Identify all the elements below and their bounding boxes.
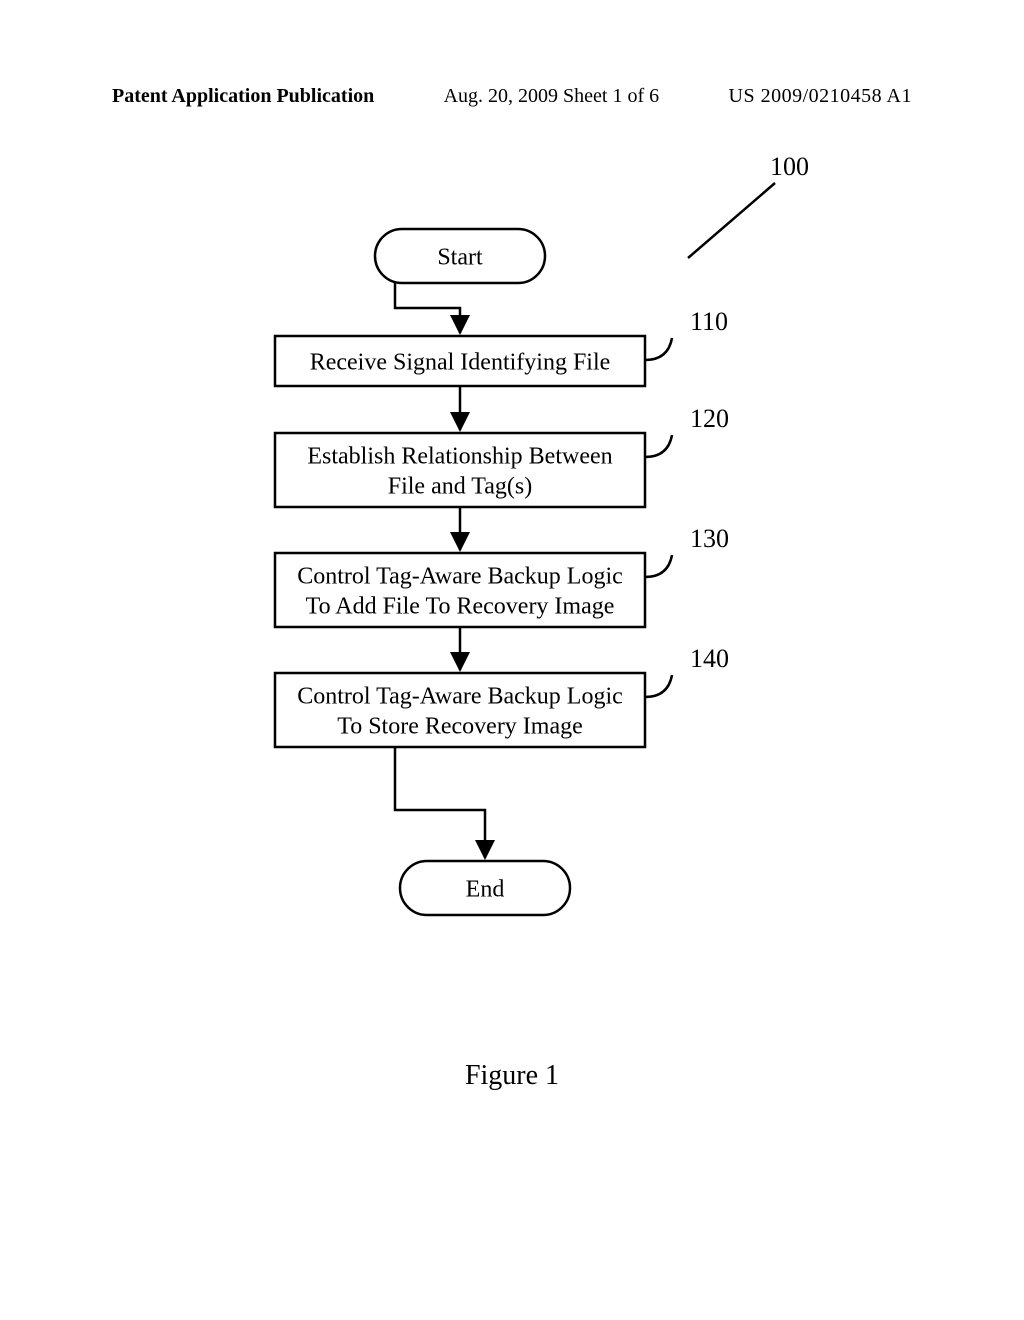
start-label: Start (437, 245, 483, 271)
ref-140: 140 (690, 644, 729, 673)
step3-label-line1: Control Tag-Aware Backup Logic (297, 564, 623, 590)
step4-node: Control Tag-Aware Backup Logic To Store … (275, 673, 645, 747)
connector-start-step1 (395, 283, 460, 333)
step2-label-line2: File and Tag(s) (388, 474, 533, 500)
start-node: Start (375, 229, 545, 283)
end-node: End (400, 861, 570, 915)
step2-label-line1: Establish Relationship Between (307, 444, 612, 470)
step2-node: Establish Relationship Between File and … (275, 433, 645, 507)
ref-130-leader (645, 555, 672, 577)
ref-110: 110 (690, 307, 728, 336)
ref-100-leader (688, 183, 775, 258)
ref-130: 130 (690, 524, 729, 553)
figure-caption: Figure 1 (0, 1060, 1024, 1092)
step1-label: Receive Signal Identifying File (310, 350, 611, 376)
connector-step4-end (395, 747, 485, 858)
step1-node: Receive Signal Identifying File (275, 336, 645, 386)
step3-node: Control Tag-Aware Backup Logic To Add Fi… (275, 553, 645, 627)
ref-120: 120 (690, 404, 729, 433)
flowchart-svg: 100 Start Receive Signal Identifying Fil… (0, 0, 1024, 1320)
end-label: End (466, 877, 505, 903)
ref-120-leader (645, 435, 672, 457)
step4-label-line2: To Store Recovery Image (337, 714, 583, 740)
page: Patent Application Publication Aug. 20, … (0, 0, 1024, 1320)
ref-110-leader (645, 338, 672, 360)
step4-label-line1: Control Tag-Aware Backup Logic (297, 684, 623, 710)
step3-label-line2: To Add File To Recovery Image (306, 594, 615, 620)
ref-100: 100 (770, 152, 809, 181)
ref-140-leader (645, 675, 672, 697)
